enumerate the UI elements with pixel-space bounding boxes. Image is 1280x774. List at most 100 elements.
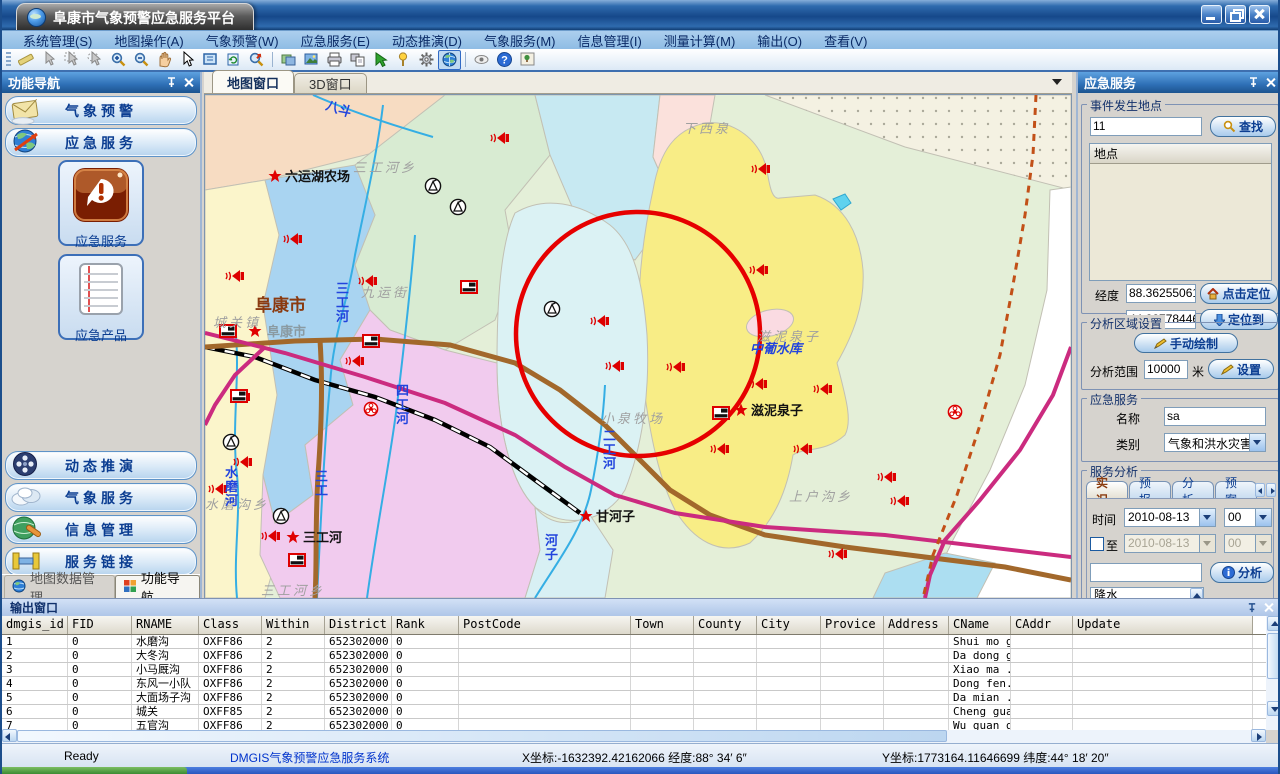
to-checkbox[interactable] <box>1090 537 1104 551</box>
export-image-icon[interactable] <box>300 50 323 70</box>
scroll-down-icon[interactable] <box>1271 707 1279 712</box>
range-input[interactable]: 10000 <box>1144 360 1188 379</box>
column-header-Provice[interactable]: Provice <box>821 616 884 634</box>
column-header-RNAME[interactable]: RNAME <box>132 616 199 634</box>
tab-scroll-left-icon[interactable] <box>1255 483 1265 497</box>
tab-scroll-right-icon[interactable] <box>1266 483 1276 497</box>
overview-map-icon[interactable] <box>516 50 539 70</box>
menu-item-3[interactable]: 应急服务(E) <box>290 31 381 50</box>
place-marker-icon[interactable] <box>392 50 415 70</box>
manual-draw-button[interactable]: 手动绘制 <box>1134 333 1238 353</box>
flag-marker[interactable] <box>289 554 305 566</box>
measure-icon[interactable] <box>15 50 38 70</box>
lasso-select-icon[interactable] <box>84 50 107 70</box>
select-pointer-icon[interactable] <box>38 50 61 70</box>
left-tab-功能导航[interactable]: 功能导航 <box>115 575 200 598</box>
attribute-table[interactable]: dmgis_idFIDRNAMEClassWithinDistrictRankP… <box>2 616 1266 730</box>
column-header-CName[interactable]: CName <box>949 616 1011 634</box>
settings-gear-icon[interactable] <box>415 50 438 70</box>
dropdown-arrow-icon[interactable] <box>1249 434 1265 451</box>
scroll-left-icon[interactable] <box>5 733 10 741</box>
column-header-FID[interactable]: FID <box>68 616 132 634</box>
menu-item-1[interactable]: 地图操作(A) <box>103 31 194 50</box>
column-header-Address[interactable]: Address <box>884 616 949 634</box>
help-icon[interactable]: ? <box>493 50 516 70</box>
element-list[interactable]: 降水空气温度 <box>1090 587 1204 598</box>
vscroll-thumb[interactable] <box>1267 633 1280 679</box>
nav-group-信息管理[interactable]: 信息管理 <box>5 515 197 544</box>
layers-map-icon[interactable] <box>277 50 300 70</box>
right-panel-close-icon[interactable] <box>1265 77 1276 88</box>
menu-item-2[interactable]: 气象预警(W) <box>195 31 290 50</box>
keyword-input[interactable]: 11 <box>1090 117 1202 136</box>
location-list[interactable]: 地点 <box>1089 143 1272 281</box>
flag-marker[interactable] <box>461 281 477 293</box>
station-marker[interactable] <box>544 301 559 316</box>
scroll-right-icon[interactable] <box>1257 733 1262 741</box>
analysis-tab-预案[interactable]: 预案 <box>1215 481 1257 499</box>
refresh-icon[interactable] <box>222 50 245 70</box>
column-header-dmgis_id[interactable]: dmgis_id <box>2 616 68 634</box>
spiral-marker[interactable] <box>948 405 961 418</box>
nav-group-气象服务[interactable]: 气象服务 <box>5 483 197 512</box>
nav-group-动态推演[interactable]: 动态推演 <box>5 451 197 480</box>
menu-item-9[interactable]: 查看(V) <box>813 31 878 50</box>
analysis-tab-分析[interactable]: 分析 <box>1172 481 1214 499</box>
column-header-CAddr[interactable]: CAddr <box>1011 616 1073 634</box>
date-select[interactable]: 2010-08-13 <box>1124 508 1216 527</box>
analysis-tab-实况[interactable]: 实况 <box>1086 481 1128 499</box>
column-header-City[interactable]: City <box>757 616 821 634</box>
pointer-icon[interactable] <box>176 50 199 70</box>
station-marker[interactable] <box>223 434 238 449</box>
toolbar-grip[interactable] <box>6 52 11 68</box>
station-marker[interactable] <box>450 199 465 214</box>
column-header-Class[interactable]: Class <box>199 616 262 634</box>
set-range-button[interactable]: 设置 <box>1208 359 1274 379</box>
nav-group-气象预警[interactable]: 气象预警 <box>5 96 197 125</box>
pin-icon[interactable] <box>1247 603 1257 613</box>
table-row[interactable]: 60城关OXFF8526523020000Cheng guan <box>2 705 1266 719</box>
minimize-button[interactable] <box>1201 5 1222 24</box>
print-preview-icon[interactable] <box>346 50 369 70</box>
longitude-input[interactable]: 88.36255061 <box>1126 284 1196 303</box>
restore-button[interactable] <box>1225 5 1246 24</box>
zoom-out-icon[interactable] <box>130 50 153 70</box>
flag-marker[interactable] <box>231 390 247 402</box>
table-row[interactable]: 10水磨沟OXFF8626523020000Shui mo gou <box>2 635 1266 649</box>
table-row[interactable]: 30小马厩沟OXFF8626523020000Xiao ma ... <box>2 663 1266 677</box>
zoom-in-icon[interactable] <box>107 50 130 70</box>
shortcut-应急产品[interactable]: 应急产品 <box>58 254 144 340</box>
full-extent-icon[interactable] <box>199 50 222 70</box>
location-list-header[interactable]: 地点 <box>1090 144 1271 164</box>
table-vscrollbar[interactable] <box>1266 616 1280 730</box>
column-header-Update[interactable]: Update <box>1073 616 1253 634</box>
service-type-select[interactable]: 气象和洪水灾害 <box>1164 433 1266 452</box>
dropdown-arrow-icon[interactable] <box>1199 509 1215 526</box>
shortcut-应急服务[interactable]: 应急服务 <box>58 160 144 246</box>
print-icon[interactable] <box>323 50 346 70</box>
station-marker[interactable] <box>273 508 288 523</box>
menu-item-0[interactable]: 系统管理(S) <box>12 31 103 50</box>
menu-item-8[interactable]: 输出(O) <box>746 31 813 50</box>
dropdown-arrow-icon[interactable] <box>1255 509 1271 526</box>
scroll-up-icon[interactable] <box>1271 621 1279 626</box>
pick-feature-icon[interactable] <box>369 50 392 70</box>
column-header-Town[interactable]: Town <box>631 616 694 634</box>
column-header-District[interactable]: District <box>325 616 392 634</box>
service-name-input[interactable]: sa <box>1164 407 1266 426</box>
flag-marker[interactable] <box>713 407 729 419</box>
element-item-降水[interactable]: 降水 <box>1091 588 1203 598</box>
station-marker[interactable] <box>425 178 440 193</box>
click-locate-button[interactable]: 点击定位 <box>1200 283 1278 304</box>
element-combo[interactable] <box>1090 563 1202 582</box>
pin-icon[interactable] <box>166 77 177 88</box>
spiral-marker[interactable] <box>364 402 377 415</box>
map-canvas[interactable]: 六运湖农场阜康市滋泥泉子甘河子三工河阜康市三工河乡下西泉九运街城关镇滋泥泉子小泉… <box>204 94 1072 599</box>
pan-hand-icon[interactable] <box>153 50 176 70</box>
table-row[interactable]: 50大面场子沟OXFF8626523020000Da mian ... <box>2 691 1266 705</box>
left-tab-地图数据管理[interactable]: 地图数据管理 <box>4 575 115 598</box>
zoom-window-icon[interactable] <box>245 50 268 70</box>
table-row[interactable]: 70五官沟OXFF8626523020000Wu guan gou <box>2 719 1266 730</box>
column-header-County[interactable]: County <box>694 616 757 634</box>
close-button[interactable] <box>1249 5 1270 24</box>
